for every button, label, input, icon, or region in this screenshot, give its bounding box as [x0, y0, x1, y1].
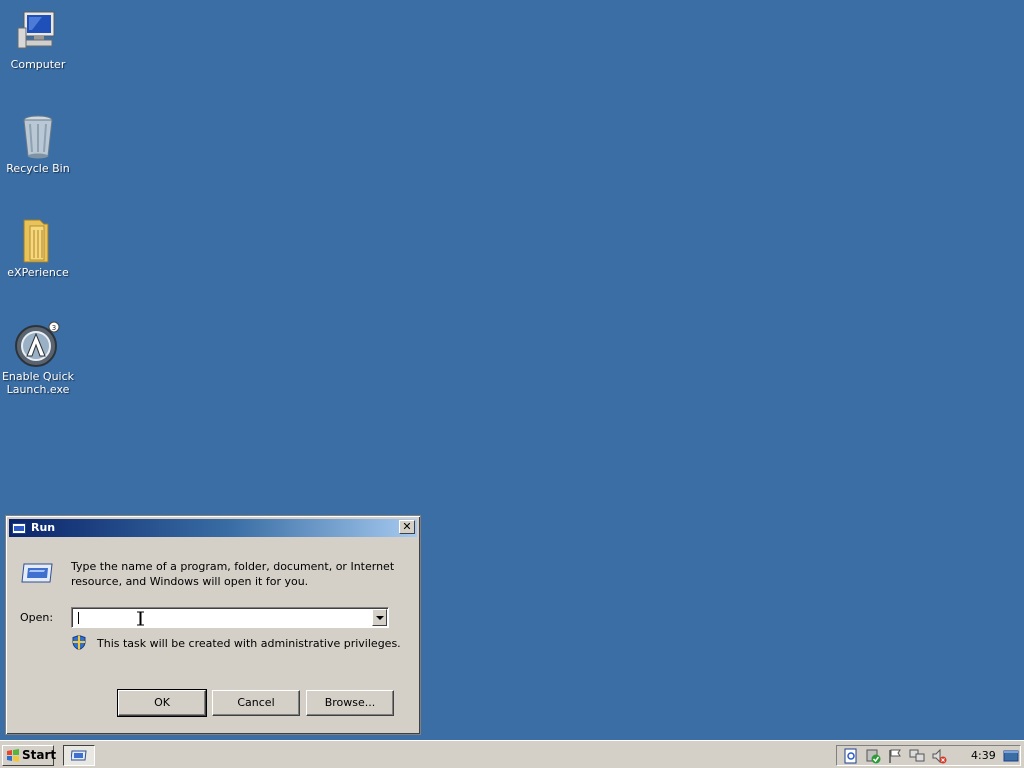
- start-label: Start: [22, 748, 57, 762]
- desktop-icon-label: Computer: [10, 58, 66, 71]
- desktop-icon-label: Recycle Bin: [6, 162, 70, 175]
- browse-button[interactable]: Browse...: [306, 690, 394, 716]
- clock[interactable]: 4:39: [971, 749, 996, 762]
- volume-muted-icon[interactable]: [931, 748, 947, 764]
- dialog-description: Type the name of a program, folder, docu…: [71, 560, 395, 588]
- flag-icon[interactable]: [887, 748, 903, 764]
- run-program-icon: [20, 560, 54, 586]
- cancel-button[interactable]: Cancel: [212, 690, 300, 716]
- run-title-icon: [12, 522, 26, 534]
- taskbar-button-run[interactable]: [63, 745, 95, 766]
- dropdown-button[interactable]: [372, 609, 387, 626]
- shield-icon: [72, 634, 86, 651]
- security-check-icon[interactable]: [865, 748, 881, 764]
- taskbar: Start 4:39: [0, 740, 1024, 768]
- recycle-bin-icon: [14, 112, 62, 160]
- dialog-titlebar[interactable]: Run ✕: [9, 519, 417, 537]
- document-search-icon[interactable]: [843, 748, 859, 764]
- open-label: Open:: [20, 611, 54, 624]
- windows-flag-icon: [6, 749, 20, 762]
- run-task-icon: [70, 750, 87, 761]
- ibeam-cursor-icon: [136, 611, 145, 626]
- dialog-title: Run: [31, 521, 56, 534]
- admin-privileges-note: This task will be created with administr…: [97, 637, 401, 650]
- chevron-down-icon: [376, 616, 384, 620]
- desktop-icon-label: eXPerience: [7, 266, 69, 279]
- desktop-icon-computer[interactable]: Computer: [0, 8, 76, 71]
- open-input[interactable]: [76, 610, 366, 625]
- network-icon[interactable]: [909, 748, 925, 764]
- system-tray: 4:39: [836, 745, 1021, 766]
- ok-button[interactable]: OK: [117, 689, 207, 717]
- desktop-icon-label-line1: Enable Quick: [1, 370, 75, 383]
- desktop-icon-enable-quick-launch[interactable]: 3 Enable Quick Launch.exe: [0, 320, 76, 396]
- show-desktop-icon[interactable]: [1003, 748, 1019, 764]
- folder-icon: [14, 216, 62, 264]
- run-dialog: Run ✕ Type the name of a program, folder…: [5, 515, 421, 735]
- close-icon: ✕: [402, 520, 412, 533]
- open-combobox[interactable]: [71, 607, 389, 628]
- svg-text:3: 3: [52, 324, 56, 332]
- desktop-icon-experience[interactable]: eXPerience: [0, 216, 76, 279]
- start-button[interactable]: Start: [2, 745, 57, 766]
- text-caret: [78, 612, 79, 624]
- close-button[interactable]: ✕: [399, 520, 415, 534]
- app-icon: 3: [14, 320, 62, 368]
- desktop-icon-label-line2: Launch.exe: [6, 383, 70, 396]
- desktop-icon-recycle-bin[interactable]: Recycle Bin: [0, 112, 76, 175]
- computer-icon: [14, 8, 62, 56]
